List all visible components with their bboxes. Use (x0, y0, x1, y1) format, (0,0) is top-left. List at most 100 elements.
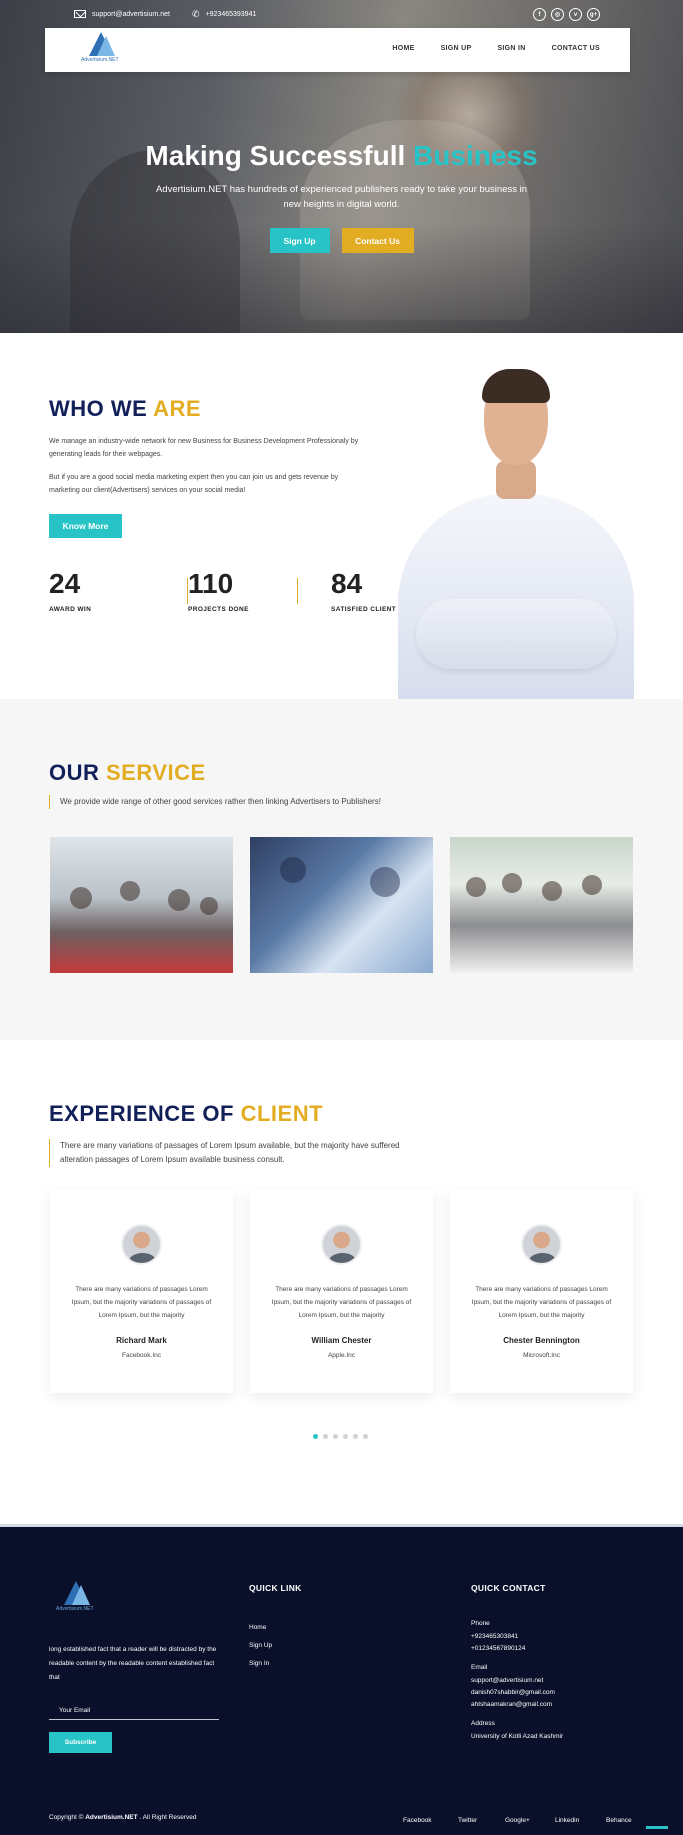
who-we-are-title: WHO WE ARE (49, 396, 201, 422)
testimonial-name: Chester Bennington (503, 1336, 580, 1345)
footer-facebook-link[interactable]: Facebook (403, 1817, 458, 1824)
contact-phone-2[interactable]: +01234567890124 (471, 1643, 563, 1655)
footer-social-links: Facebook Twitter Google+ Linkedin Behanc… (403, 1817, 632, 1824)
logo-mark-icon (97, 36, 115, 56)
stat-number: 110 (188, 568, 234, 599)
stat-label: PROJECTS DONE (188, 606, 249, 613)
phone-icon: ✆ (192, 9, 200, 19)
nav-contact-us[interactable]: CONTACT US (552, 45, 600, 52)
hero-title-accent: Business (413, 140, 538, 171)
copyright: Copyright © Advertisium.NET . All Right … (49, 1814, 197, 1821)
topbar-phone[interactable]: ✆ +923465393941 (192, 10, 256, 19)
copyright-brand[interactable]: Advertisium.NET (85, 1814, 137, 1821)
carousel-dot[interactable] (343, 1434, 348, 1439)
footer-link-sign-in[interactable]: Sign In (249, 1655, 272, 1673)
hero-buttons: Sign Up Contact Us (0, 228, 683, 253)
experience-title-main: EXPERIENCE OF (49, 1101, 241, 1126)
testimonial-quote: There are many variations of passages Lo… (471, 1286, 612, 1319)
service-title: OUR SERVICE (49, 760, 206, 786)
footer-email-input[interactable]: Your Email (49, 1702, 219, 1720)
who-title-accent: ARE (153, 396, 202, 421)
carousel-dot[interactable] (363, 1434, 368, 1439)
footer-google-plus-link[interactable]: Google+ (505, 1817, 555, 1824)
envelope-icon (74, 10, 86, 18)
testimonial-company: Facebook.Inc (121, 1352, 162, 1359)
contact-email-label: Email (471, 1664, 488, 1671)
testimonial-name: William Chester (311, 1336, 372, 1345)
photo-hair (482, 369, 550, 403)
experience-section: EXPERIENCE OF CLIENT There are many vari… (0, 1040, 683, 1524)
footer-link-sign-up[interactable]: Sign Up (249, 1637, 272, 1655)
experience-lead: There are many variations of passages of… (49, 1139, 409, 1167)
stats-row: 24 AWARD WIN 110 PROJECTS DONE 84 SATISF… (49, 568, 451, 613)
quick-contact-title: QUICK CONTACT (471, 1583, 546, 1593)
topbar-phone-text: +923465393941 (205, 11, 257, 18)
vimeo-icon[interactable]: v (569, 8, 582, 21)
facebook-icon[interactable]: f (533, 8, 546, 21)
topbar-email[interactable]: support@advertisium.net (74, 10, 170, 18)
top-bar: support@advertisium.net ✆ +923465393941 … (0, 8, 683, 24)
copyright-suffix: . All Right Reserved (137, 1814, 197, 1821)
testimonial-card: There are many variations of passages Lo… (50, 1190, 233, 1393)
who-paragraph-1: We manage an industry-wide network for n… (49, 438, 359, 458)
hero-title: Making Successfull Business (0, 140, 683, 172)
service-images (50, 837, 633, 973)
topbar-social-links: f ◎ v g+ (533, 8, 600, 21)
scroll-to-top-button[interactable] (646, 1826, 668, 1829)
contact-phone-1[interactable]: +923465303841 (471, 1631, 563, 1643)
service-image-meeting[interactable] (50, 837, 233, 973)
testimonial-cards: There are many variations of passages Lo… (50, 1190, 633, 1393)
testimonial-card: There are many variations of passages Lo… (450, 1190, 633, 1393)
nav-sign-up[interactable]: SIGN UP (441, 45, 472, 52)
contact-email-2[interactable]: danish07shabbir@gmail.com (471, 1687, 563, 1699)
google-plus-icon[interactable]: g+ (587, 8, 600, 21)
hero-section: support@advertisium.net ✆ +923465393941 … (0, 0, 683, 333)
hero-contact-us-button[interactable]: Contact Us (341, 228, 414, 253)
contact-phone-label: Phone (471, 1620, 490, 1627)
hero-content: Making Successfull Business Advertisium.… (0, 140, 683, 253)
know-more-button[interactable]: Know More (49, 514, 122, 538)
contact-address-label: Address (471, 1720, 495, 1727)
testimonial-quote: There are many variations of passages Lo… (271, 1286, 412, 1319)
logo-text: Advertisium.NET (81, 57, 119, 63)
carousel-dot[interactable] (353, 1434, 358, 1439)
subscribe-button[interactable]: Subscribe (49, 1732, 112, 1753)
nav-home[interactable]: HOME (392, 45, 414, 52)
who-title-main: WHO WE (49, 396, 154, 421)
carousel-dot[interactable] (313, 1434, 318, 1439)
service-title-main: OUR (49, 760, 106, 785)
footer-linkedin-link[interactable]: Linkedin (555, 1817, 606, 1824)
footer-about: long established fact that a reader will… (49, 1646, 217, 1681)
footer-link-home[interactable]: Home (249, 1619, 272, 1637)
contact-address: University of Kotli Azad Kashmir (471, 1733, 564, 1740)
carousel-dot[interactable] (323, 1434, 328, 1439)
hero-sign-up-button[interactable]: Sign Up (269, 228, 330, 253)
avatar (321, 1224, 362, 1265)
footer-logo[interactable]: Advertisium.NET (56, 1581, 96, 1617)
stat-divider (297, 578, 298, 604)
carousel-dot[interactable] (333, 1434, 338, 1439)
copyright-prefix: Copyright © (49, 1814, 86, 1821)
experience-title: EXPERIENCE OF CLIENT (49, 1101, 323, 1127)
nav-sign-in[interactable]: SIGN IN (497, 45, 525, 52)
site-footer: Advertisium.NET long established fact th… (0, 1524, 683, 1835)
testimonial-name: Richard Mark (116, 1336, 167, 1345)
site-logo[interactable]: Advertisium.NET (81, 32, 123, 66)
instagram-icon[interactable]: ◎ (551, 8, 564, 21)
main-navbar: Advertisium.NET HOME SIGN UP SIGN IN CON… (45, 28, 630, 72)
footer-twitter-link[interactable]: Twitter (458, 1817, 505, 1824)
carousel-dots (313, 1434, 368, 1439)
quick-link-title: QUICK LINK (249, 1583, 302, 1593)
contact-address-group: Address University of Kotli Azad Kashmir (471, 1718, 563, 1743)
contact-email-3[interactable]: ahtshaamakran@gmail.com (471, 1699, 563, 1711)
footer-logo-text: Advertisium.NET (56, 1606, 94, 1612)
service-image-analytics[interactable] (250, 837, 433, 973)
our-service-section: OUR SERVICE We provide wide range of oth… (0, 699, 683, 1040)
footer-behance-link[interactable]: Behance (606, 1817, 632, 1824)
testimonial-card: There are many variations of passages Lo… (250, 1190, 433, 1393)
contact-email-1[interactable]: support@advertisium.net (471, 1675, 563, 1687)
service-image-team[interactable] (450, 837, 633, 973)
logo-mark-icon (72, 1585, 90, 1605)
who-we-are-section: WHO WE ARE We manage an industry-wide ne… (0, 333, 683, 699)
topbar-email-text: support@advertisium.net (92, 10, 170, 18)
